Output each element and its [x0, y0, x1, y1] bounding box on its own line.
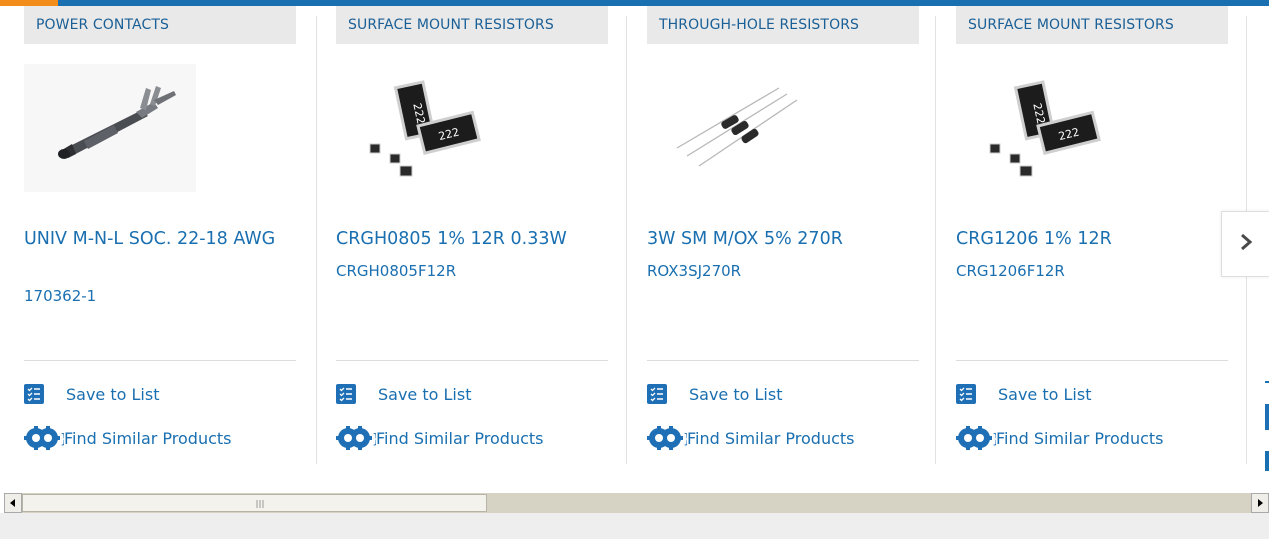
product-title-link[interactable]: CRGH0805 1% 12R 0.33W: [336, 230, 608, 248]
find-similar-label: Find Similar Products: [687, 428, 855, 448]
product-carousel: POWER CONTACTS UNIV M-N-L SOC. 22-18 AWG…: [0, 6, 1269, 486]
find-similar-label: Find Similar Products: [376, 428, 544, 448]
svg-text:}: }: [60, 432, 64, 447]
find-similar-gears-icon: }: [645, 426, 691, 450]
card-divider: [24, 360, 296, 361]
find-similar-label: Find Similar Products: [996, 428, 1164, 448]
product-card: SURFACE MOUNT RESISTORS 222 222 CRG1206 …: [956, 6, 1228, 464]
save-to-list-label: Save to List: [378, 384, 472, 404]
card-divider: [336, 360, 608, 361]
checklist-icon: [647, 384, 667, 404]
find-similar-button[interactable]: } Find Similar Products: [336, 426, 544, 450]
scrollbar-grip-icon: [256, 500, 264, 508]
scrollbar-thumb[interactable]: [22, 494, 487, 512]
checklist-icon: [956, 384, 976, 404]
card-separator: [935, 16, 936, 464]
part-number-link[interactable]: 170362-1: [24, 287, 296, 305]
part-number-link[interactable]: CRGH0805F12R: [336, 262, 608, 280]
find-similar-button[interactable]: } Find Similar Products: [24, 426, 232, 450]
svg-text:}: }: [372, 432, 376, 447]
card-separator: [626, 16, 627, 464]
find-similar-button[interactable]: } Find Similar Products: [956, 426, 1164, 450]
product-category[interactable]: POWER CONTACTS: [24, 6, 296, 44]
product-title-link[interactable]: UNIV M-N-L SOC. 22-18 AWG: [24, 230, 296, 248]
checklist-icon: [24, 384, 44, 404]
card-divider: [647, 360, 919, 361]
part-number-link[interactable]: CRG1206F12R: [956, 262, 1228, 280]
power-contact-image[interactable]: [24, 64, 196, 192]
through-hole-resistor-image[interactable]: [647, 64, 819, 192]
chevron-right-icon: [1239, 233, 1253, 255]
checklist-icon: [336, 384, 356, 404]
product-card: POWER CONTACTS UNIV M-N-L SOC. 22-18 AWG…: [24, 6, 296, 464]
save-to-list-button[interactable]: Save to List: [647, 382, 782, 406]
find-similar-gears-icon: }: [22, 426, 68, 450]
save-to-list-label: Save to List: [689, 384, 783, 404]
page-footer-strip: [0, 513, 1269, 539]
svg-text:}: }: [992, 432, 996, 447]
smd-resistor-image[interactable]: 222 222: [336, 64, 508, 192]
find-similar-gears-icon: }: [954, 426, 1000, 450]
save-to-list-label: Save to List: [998, 384, 1092, 404]
product-category[interactable]: THROUGH-HOLE RESISTORS: [647, 6, 919, 44]
product-card: THROUGH-HOLE RESISTORS 3W SM M/OX 5% 270…: [647, 6, 919, 464]
svg-text:}: }: [683, 432, 687, 447]
product-title-link[interactable]: CRG1206 1% 12R: [956, 230, 1228, 248]
card-separator: [316, 16, 317, 464]
save-to-list-button[interactable]: Save to List: [336, 382, 471, 406]
product-title-link[interactable]: 3W SM M/OX 5% 270R: [647, 230, 919, 248]
product-category[interactable]: SURFACE MOUNT RESISTORS: [336, 6, 608, 44]
part-number-link[interactable]: ROX3SJ270R: [647, 262, 919, 280]
carousel-next-button[interactable]: [1221, 211, 1269, 277]
scroll-right-arrow-icon[interactable]: [1251, 493, 1269, 513]
product-category[interactable]: SURFACE MOUNT RESISTORS: [956, 6, 1228, 44]
product-card: SURFACE MOUNT RESISTORS 222 222 CRGH0805…: [336, 6, 608, 464]
find-similar-button[interactable]: } Find Similar Products: [647, 426, 855, 450]
find-similar-gears-icon: }: [334, 426, 380, 450]
find-similar-label: Find Similar Products: [64, 428, 232, 448]
save-to-list-button[interactable]: Save to List: [956, 382, 1091, 406]
smd-resistor-image[interactable]: 222 222: [956, 64, 1128, 192]
horizontal-scrollbar[interactable]: [4, 493, 1269, 513]
save-to-list-button[interactable]: Save to List: [24, 382, 159, 406]
scroll-left-arrow-icon[interactable]: [4, 493, 22, 513]
card-divider: [956, 360, 1228, 361]
save-to-list-label: Save to List: [66, 384, 160, 404]
